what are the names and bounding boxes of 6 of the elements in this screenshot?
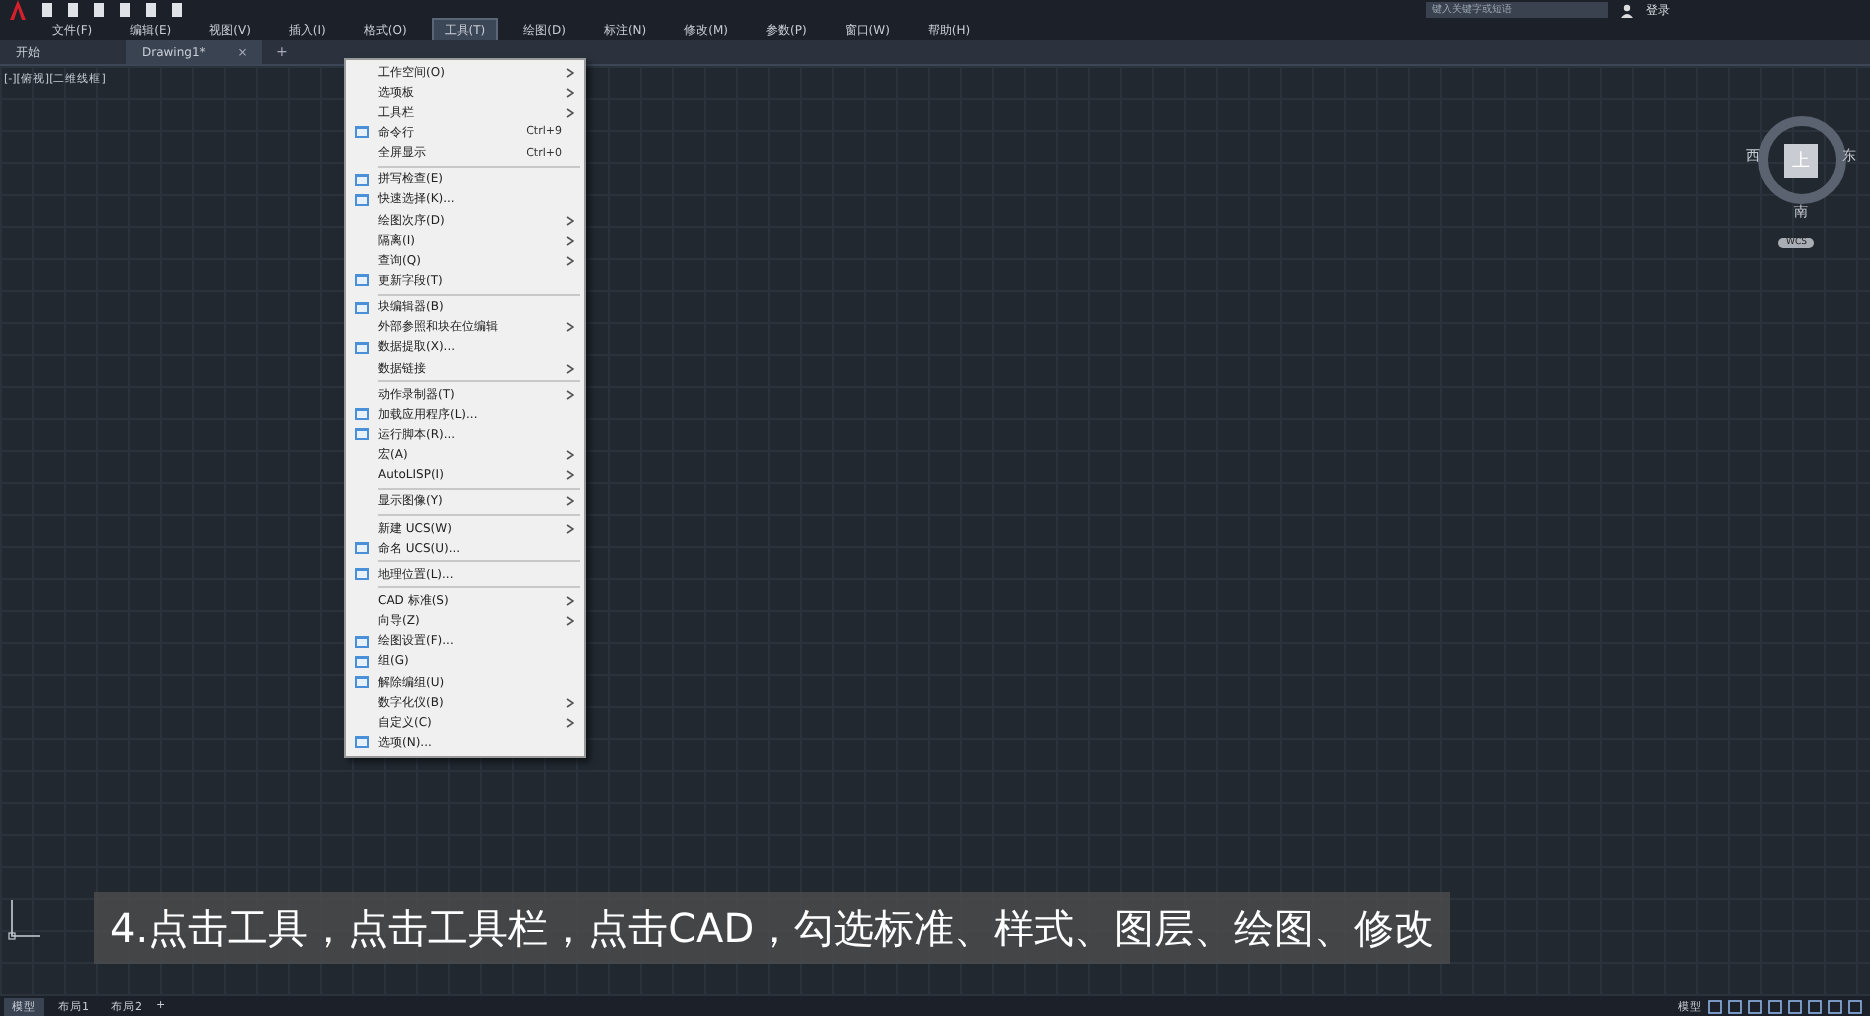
ucs-axes-icon: [8, 900, 40, 940]
subtitle-text: 4.点击工具，点击工具栏，点击CAD，勾选标准、样式、图层、绘图、修改: [110, 901, 1435, 955]
tool-icon: [354, 339, 370, 356]
tool-icon: [354, 734, 370, 751]
user-icon: [1620, 3, 1634, 17]
tool-icon: [354, 124, 370, 141]
